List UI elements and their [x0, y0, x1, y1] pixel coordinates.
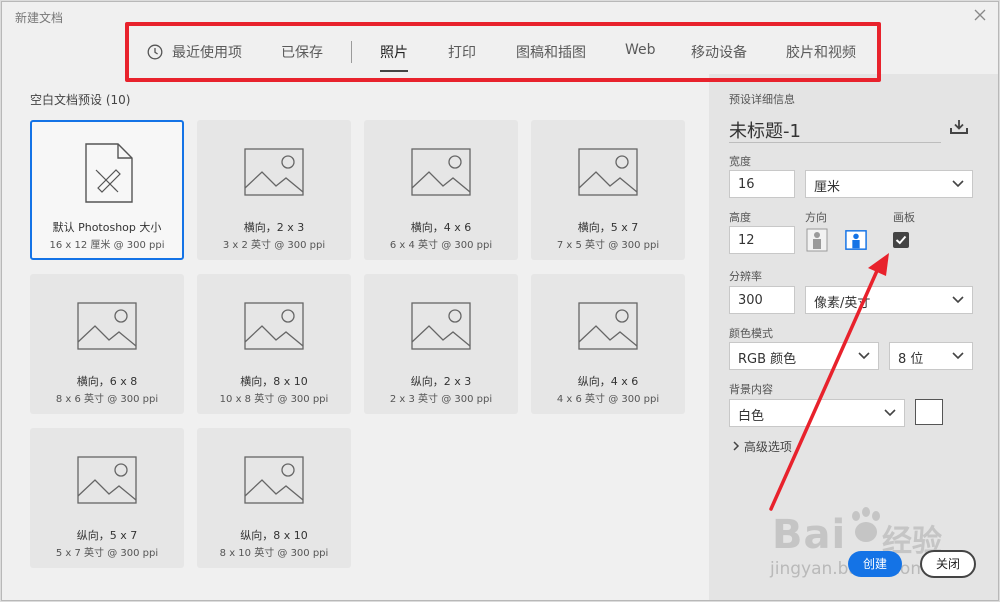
tab-photo[interactable]: 照片: [380, 42, 408, 72]
create-button[interactable]: 创建: [848, 551, 902, 577]
preset-spec: 5 x 7 英寸 @ 300 ppi: [55, 548, 159, 559]
details-header: 预设详细信息: [729, 93, 795, 106]
document-name-input[interactable]: 未标题-1: [729, 117, 801, 143]
tab-film-video[interactable]: 胶片和视频: [786, 42, 856, 72]
chevron-down-icon: [952, 296, 964, 304]
preset-card[interactable]: 横向，6 x 8 8 x 6 英寸 @ 300 ppi: [30, 274, 184, 414]
preset-name: 纵向，8 x 10: [240, 529, 308, 542]
width-input[interactable]: 16: [729, 170, 795, 198]
image-icon: [411, 302, 471, 350]
color-mode-label: 颜色模式: [729, 327, 773, 340]
image-icon: [244, 148, 304, 196]
width-unit-select[interactable]: 厘米: [805, 170, 973, 198]
preset-spec: 16 x 12 厘米 @ 300 ppi: [49, 240, 165, 251]
preset-card-default[interactable]: 默认 Photoshop 大小 16 x 12 厘米 @ 300 ppi: [30, 120, 184, 260]
background-label: 背景内容: [729, 383, 773, 396]
resolution-unit-select[interactable]: 像素/英寸: [805, 286, 973, 314]
preset-name: 横向，4 x 6: [410, 221, 472, 234]
chevron-right-icon: [733, 441, 740, 451]
document-icon: [85, 143, 133, 203]
paw-icon: [852, 507, 880, 542]
tab-print[interactable]: 打印: [448, 42, 476, 72]
orientation-label: 方向: [805, 211, 827, 224]
bit-depth-select[interactable]: 8 位: [889, 342, 973, 370]
preset-spec: 2 x 3 英寸 @ 300 ppi: [389, 394, 493, 405]
dialog-title: 新建文档: [15, 11, 64, 25]
color-mode-value: RGB 颜色: [738, 352, 797, 367]
image-icon: [77, 302, 137, 350]
preset-card[interactable]: 纵向，2 x 3 2 x 3 英寸 @ 300 ppi: [364, 274, 518, 414]
bit-depth-value: 8 位: [898, 352, 924, 367]
title-bar: 新建文档: [2, 2, 998, 30]
background-color-swatch[interactable]: [915, 399, 943, 425]
portrait-orientation-icon[interactable]: [806, 228, 828, 252]
preset-card[interactable]: 横向，2 x 3 3 x 2 英寸 @ 300 ppi: [197, 120, 351, 260]
presets-title: 空白文档预设 (10): [30, 93, 131, 107]
preset-name: 默认 Photoshop 大小: [52, 221, 162, 234]
save-preset-icon[interactable]: [949, 119, 969, 135]
image-icon: [578, 148, 638, 196]
chevron-down-icon: [952, 180, 964, 188]
background-select[interactable]: 白色: [729, 399, 905, 427]
preset-card[interactable]: 纵向，8 x 10 8 x 10 英寸 @ 300 ppi: [197, 428, 351, 568]
advanced-options-toggle[interactable]: 高级选项: [732, 438, 792, 455]
preset-card[interactable]: 纵向，5 x 7 5 x 7 英寸 @ 300 ppi: [30, 428, 184, 568]
preset-spec: 10 x 8 英寸 @ 300 ppi: [219, 394, 329, 405]
preset-name: 纵向，2 x 3: [410, 375, 472, 388]
resolution-unit-value: 像素/英寸: [814, 296, 871, 311]
image-icon: [77, 456, 137, 504]
preset-card[interactable]: 横向，5 x 7 7 x 5 英寸 @ 300 ppi: [531, 120, 685, 260]
color-mode-select[interactable]: RGB 颜色: [729, 342, 879, 370]
height-label: 高度: [729, 211, 751, 224]
preset-spec: 4 x 6 英寸 @ 300 ppi: [556, 394, 660, 405]
preset-name: 纵向，4 x 6: [577, 375, 639, 388]
tab-divider: [351, 41, 352, 63]
artboard-label: 画板: [893, 211, 915, 224]
background-value: 白色: [738, 409, 765, 424]
width-label: 宽度: [729, 155, 751, 168]
tab-web[interactable]: Web: [625, 42, 656, 72]
preset-card[interactable]: 横向，4 x 6 6 x 4 英寸 @ 300 ppi: [364, 120, 518, 260]
image-icon: [578, 302, 638, 350]
chevron-down-icon: [884, 409, 896, 417]
height-input[interactable]: 12: [729, 226, 795, 254]
preset-name: 横向，8 x 10: [240, 375, 308, 388]
preset-spec: 7 x 5 英寸 @ 300 ppi: [556, 240, 660, 251]
preset-card[interactable]: 横向，8 x 10 10 x 8 英寸 @ 300 ppi: [197, 274, 351, 414]
resolution-input[interactable]: 300: [729, 286, 795, 314]
preset-spec: 8 x 10 英寸 @ 300 ppi: [219, 548, 329, 559]
preset-name: 横向，6 x 8: [76, 375, 138, 388]
artboard-checkbox[interactable]: [893, 232, 909, 248]
clock-icon: [147, 44, 163, 60]
advanced-options-label: 高级选项: [743, 440, 792, 454]
landscape-orientation-icon[interactable]: [845, 228, 867, 252]
preset-name: 纵向，5 x 7: [76, 529, 138, 542]
close-icon[interactable]: [970, 5, 990, 25]
chevron-down-icon: [952, 352, 964, 360]
document-name-underline: [729, 142, 941, 143]
checkmark-icon: [895, 235, 907, 245]
tab-mobile[interactable]: 移动设备: [691, 42, 747, 72]
close-button[interactable]: 关闭: [920, 550, 976, 578]
tab-saved[interactable]: 已保存: [281, 42, 323, 72]
chevron-down-icon: [858, 352, 870, 360]
preset-spec: 3 x 2 英寸 @ 300 ppi: [222, 240, 326, 251]
tab-art-illustration[interactable]: 图稿和插图: [516, 42, 586, 72]
preset-spec: 8 x 6 英寸 @ 300 ppi: [55, 394, 159, 405]
resolution-label: 分辨率: [729, 270, 762, 283]
image-icon: [244, 456, 304, 504]
preset-card[interactable]: 纵向，4 x 6 4 x 6 英寸 @ 300 ppi: [531, 274, 685, 414]
width-unit-value: 厘米: [814, 180, 841, 195]
image-icon: [411, 148, 471, 196]
preset-name: 横向，2 x 3: [243, 221, 305, 234]
new-document-dialog: 新建文档 最近使用项 已保存 照片 打印 图稿和插图 Web 移动设备 胶片和视…: [1, 1, 999, 601]
preset-spec: 6 x 4 英寸 @ 300 ppi: [389, 240, 493, 251]
watermark-text: Bai: [772, 512, 847, 558]
image-icon: [244, 302, 304, 350]
preset-name: 横向，5 x 7: [577, 221, 639, 234]
tab-recent[interactable]: 最近使用项: [172, 42, 242, 72]
